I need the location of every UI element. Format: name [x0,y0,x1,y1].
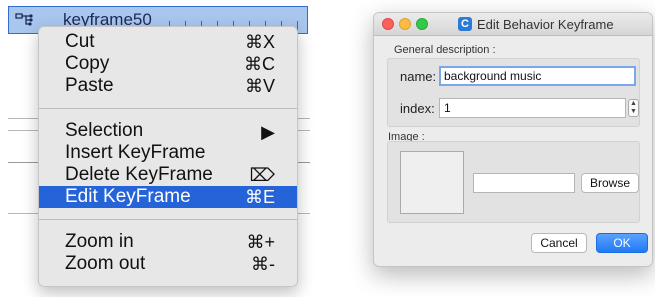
dialog-title: Edit Behavior Keyframe [477,17,614,32]
menu-item-zoom-out[interactable]: Zoom out ⌘- [39,253,297,275]
general-description-panel: name: index: ▲▼ [387,58,640,127]
menu-separator [39,219,297,220]
menu-item-zoom-in[interactable]: Zoom in ⌘+ [39,231,297,253]
menu-item-label: Copy [65,53,110,74]
menu-shortcut: ⌘E [244,187,275,207]
menu-item-label: Insert KeyFrame [65,142,206,163]
menu-shortcut: ⌘C [244,54,275,74]
timeline-area: keyframe50 Cut ⌘X Copy ⌘C Paste ⌘V Selec… [0,0,310,297]
app-icon: C [458,17,472,31]
delete-key-icon: ⌦ [249,165,275,185]
window-minimize-button[interactable] [399,18,411,30]
menu-item-copy[interactable]: Copy ⌘C [39,53,297,75]
menu-shortcut: ⌘X [244,32,275,52]
menu-item-label: Selection [65,120,144,141]
dialog-title-bar[interactable]: C Edit Behavior Keyframe [374,13,652,36]
menu-shortcut: ⌘V [244,76,275,96]
menu-item-insert-keyframe[interactable]: Insert KeyFrame [39,142,297,164]
general-section-label: General description : [394,44,496,56]
menu-item-label: Cut [65,31,95,52]
index-stepper[interactable]: ▲ ▼ [628,99,639,117]
menu-shortcut: ⌘+ [246,232,275,252]
cancel-button[interactable]: Cancel [531,233,587,253]
window-zoom-button[interactable] [416,18,428,30]
image-path-field[interactable] [473,173,575,193]
menu-item-cut[interactable]: Cut ⌘X [39,31,297,53]
menu-item-delete-keyframe[interactable]: Delete KeyFrame ⌦ [39,164,297,186]
submenu-arrow-icon: ▶ [261,122,275,142]
edit-behavior-keyframe-dialog: C Edit Behavior Keyframe General descrip… [373,12,653,267]
menu-item-label: Paste [65,75,114,96]
menu-shortcut: ⌘- [251,254,275,274]
menu-item-label: Zoom out [65,253,146,274]
index-label: index: [400,101,435,116]
name-label: name: [400,69,437,84]
menu-item-label: Edit KeyFrame [65,186,191,207]
menu-item-edit-keyframe[interactable]: Edit KeyFrame ⌘E [39,186,297,208]
browse-button[interactable]: Browse [581,173,639,193]
name-field[interactable] [439,66,636,86]
index-field[interactable] [439,98,626,118]
image-preview [400,151,464,214]
behavior-track-icon [13,10,35,32]
ok-button[interactable]: OK [596,233,648,253]
menu-item-label: Zoom in [65,231,134,252]
menu-item-paste[interactable]: Paste ⌘V [39,75,297,97]
image-panel: Browse [387,141,640,223]
menu-item-selection[interactable]: Selection ▶ [39,120,297,142]
menu-item-label: Delete KeyFrame [65,164,213,185]
menu-separator [39,108,297,109]
window-close-button[interactable] [382,18,394,30]
context-menu: Cut ⌘X Copy ⌘C Paste ⌘V Selection ▶ Inse… [38,26,298,287]
